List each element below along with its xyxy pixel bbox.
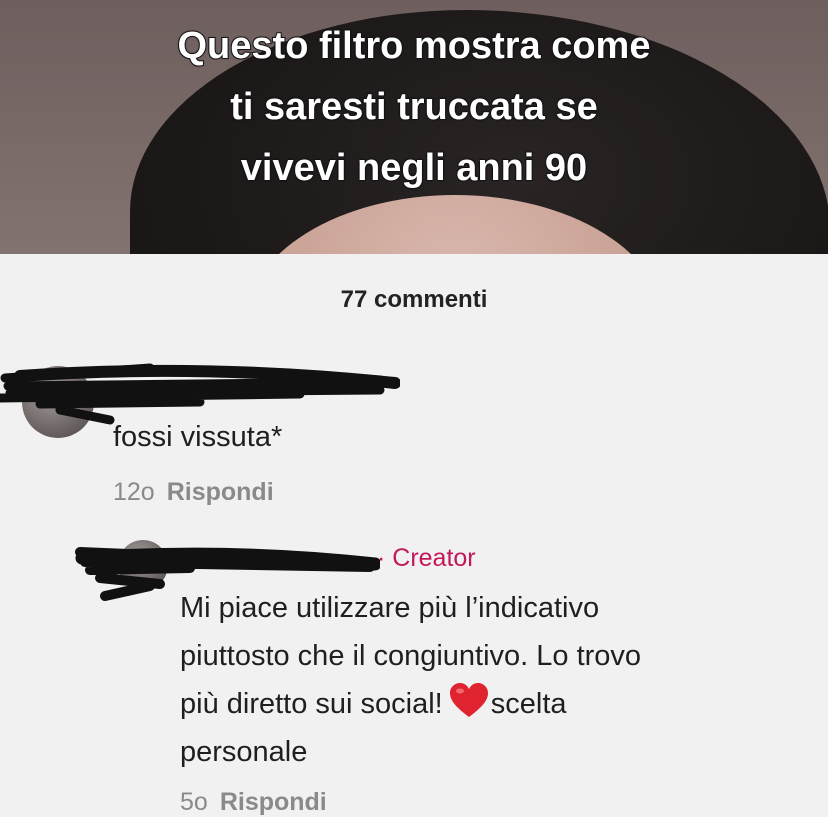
comment-text: Mi piace utilizzare più l’indicativo piu… xyxy=(180,584,820,776)
comment-text: fossi vissuta* xyxy=(113,421,283,453)
comment-meta: 12o Rispondi xyxy=(113,478,274,507)
video-caption: Questo filtro mostra come ti saresti tru… xyxy=(0,16,828,199)
comment-meta: 5o Rispondi xyxy=(180,788,327,817)
comment-segment: più diretto sui social! xyxy=(180,688,443,720)
comment-line: Mi piace utilizzare più l’indicativo xyxy=(180,592,600,624)
creator-badge: · Creator xyxy=(377,544,476,572)
caption-line: Questo filtro mostra come xyxy=(177,24,652,68)
caption-line: ti saresti truccata se xyxy=(229,85,599,129)
comment-line: personale xyxy=(180,736,308,768)
comment-line: piuttosto che il congiuntivo. Lo trovo xyxy=(180,640,642,672)
comment-segment: scelta xyxy=(490,688,567,720)
comment-time: 5o xyxy=(180,788,208,816)
reply-button[interactable]: Rispondi xyxy=(167,478,274,506)
heart-icon xyxy=(449,683,488,717)
reply-button[interactable]: Rispondi xyxy=(220,788,327,816)
caption-line: vivevi negli anni 90 xyxy=(240,146,588,190)
video-preview[interactable]: Questo filtro mostra come ti saresti tru… xyxy=(0,0,828,254)
comment-time: 12o xyxy=(113,478,155,506)
comments-count: 77 commenti xyxy=(340,286,488,313)
comment-line: più diretto sui social! scelta xyxy=(180,680,820,728)
